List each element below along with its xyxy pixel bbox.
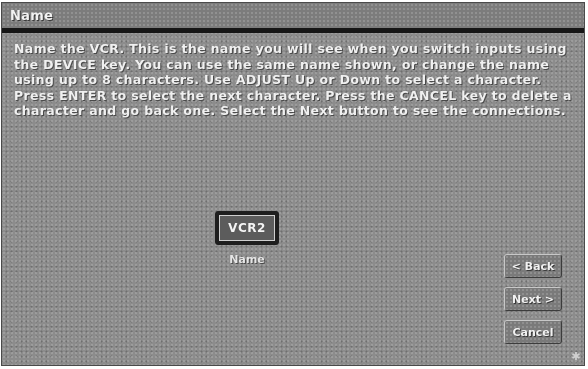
- instructions-text: Name the VCR. This is the name you will …: [14, 41, 572, 118]
- back-button[interactable]: < Back: [504, 254, 562, 278]
- name-dialog: Name Name the VCR. This is the name you …: [1, 2, 585, 366]
- title-bar: Name: [2, 3, 584, 33]
- name-field-value[interactable]: VCR2: [219, 215, 275, 241]
- next-button[interactable]: Next >: [504, 287, 562, 311]
- resize-grip-icon[interactable]: ✱: [570, 351, 582, 363]
- cancel-button[interactable]: Cancel: [504, 320, 562, 344]
- name-field[interactable]: VCR2: [215, 211, 279, 245]
- dialog-title: Name: [10, 9, 54, 24]
- name-field-label: Name: [229, 253, 265, 266]
